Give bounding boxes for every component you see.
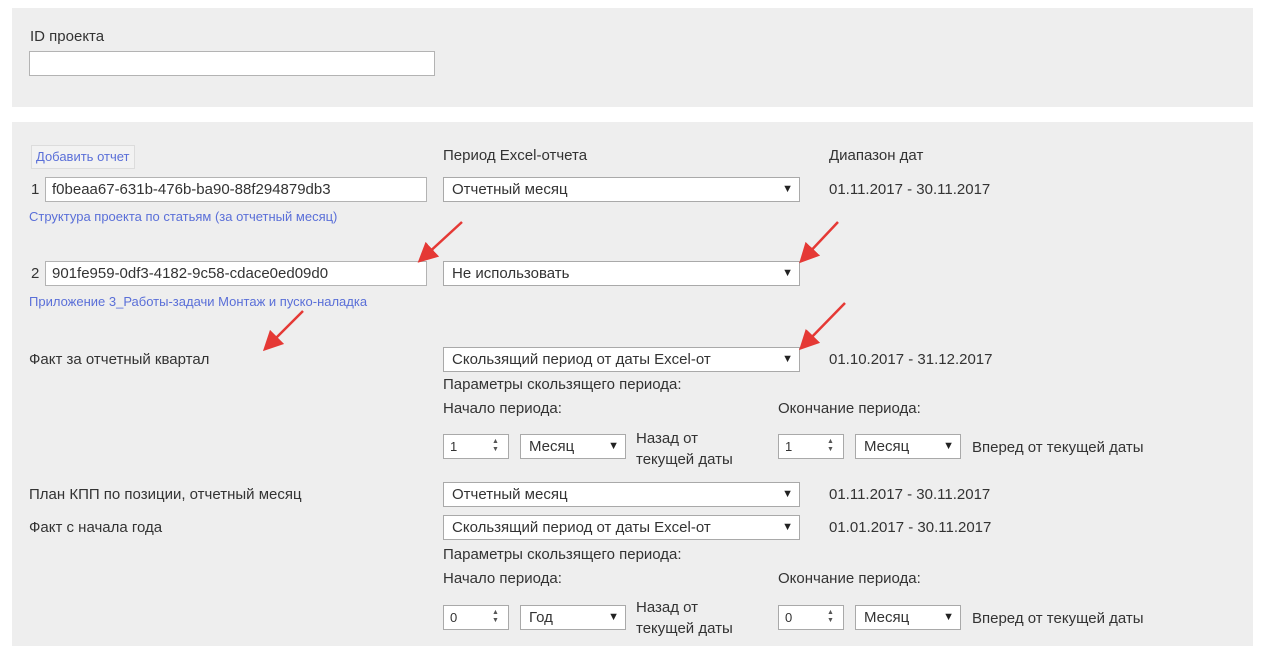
annotation-arrow-icon: [262, 310, 304, 352]
annotation-arrow-icon: [417, 221, 463, 263]
annotation-arrow-icon: [799, 302, 846, 351]
annotation-arrows: [262, 221, 846, 352]
annotation-arrow-icon: [799, 221, 839, 264]
